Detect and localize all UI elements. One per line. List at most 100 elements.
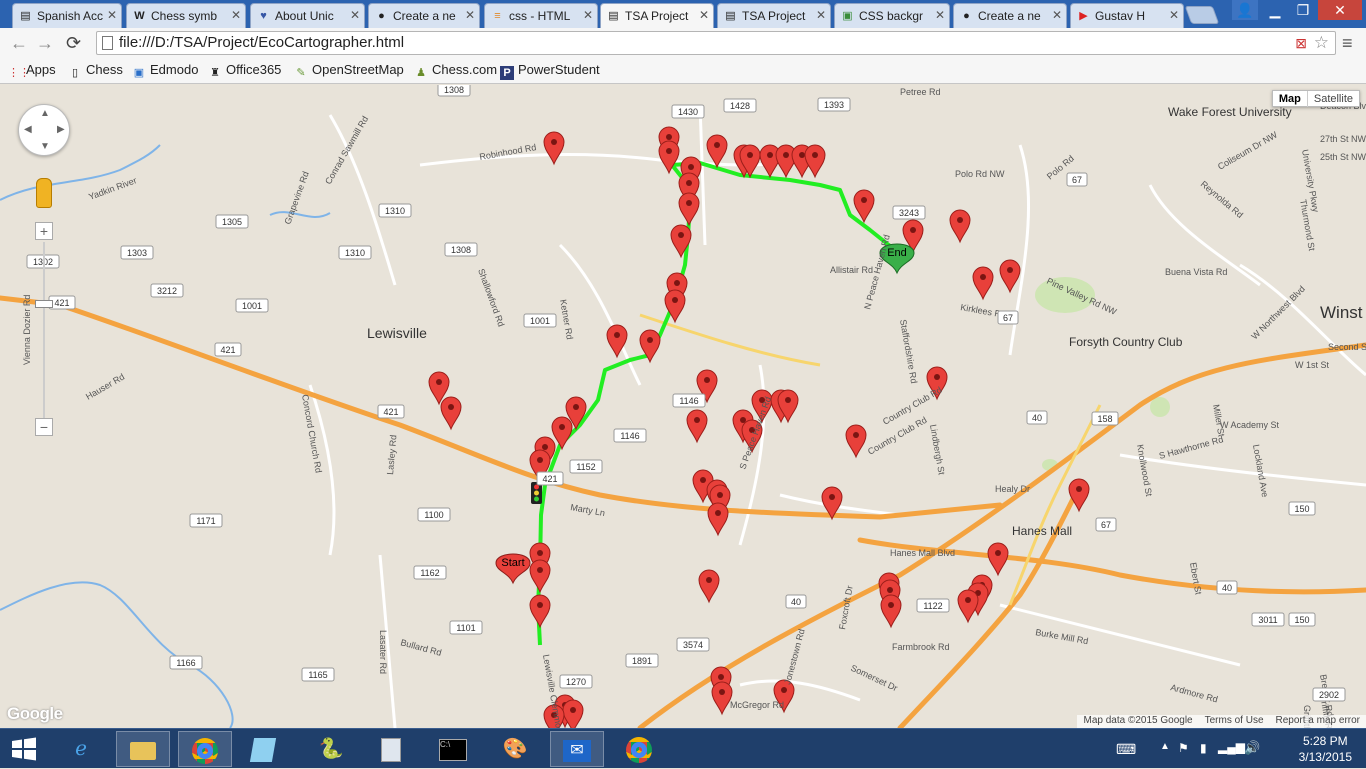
address-bar[interactable]: file:///D:/TSA/Project/EcoCartographer.h… [96, 31, 1336, 55]
close-tab-icon[interactable]: ✕ [699, 8, 709, 22]
close-tab-icon[interactable]: ✕ [107, 8, 117, 22]
red-map-marker[interactable] [972, 266, 994, 301]
tab-0[interactable]: ▤ Spanish Acc ✕ [12, 3, 122, 28]
new-tab-button[interactable] [1184, 6, 1220, 24]
python-icon[interactable]: 🐍 [304, 731, 358, 767]
show-hidden-icons-icon[interactable]: ▲ [1160, 741, 1170, 752]
keyboard-icon[interactable]: ⌨ [1116, 741, 1136, 758]
close-tab-icon[interactable]: ✕ [935, 8, 945, 22]
tab-3[interactable]: ● Create a ne ✕ [368, 3, 480, 28]
terms-of-use-link[interactable]: Terms of Use [1199, 715, 1270, 726]
zoom-in-button[interactable]: + [35, 222, 53, 240]
bookmark-office365[interactable]: ♜ Office365 [208, 62, 281, 80]
pan-up-icon[interactable]: ▲ [40, 108, 50, 119]
forward-icon[interactable]: → [36, 33, 54, 53]
red-map-marker[interactable] [529, 559, 551, 594]
map-type-map-button[interactable]: Map [1273, 91, 1307, 107]
minimize-button[interactable]: ▁ [1262, 0, 1288, 20]
user-icon[interactable]: 👤 [1232, 0, 1258, 20]
close-tab-icon[interactable]: ✕ [1169, 8, 1179, 22]
route-shield: 1310 [338, 245, 372, 260]
red-map-marker[interactable] [698, 569, 720, 604]
internet-explorer-icon[interactable]: ℯ [54, 731, 108, 767]
volume-icon[interactable]: 🔊 [1244, 740, 1260, 756]
red-map-marker[interactable] [707, 502, 729, 537]
reload-icon[interactable]: ⟳ [66, 33, 81, 53]
red-map-marker[interactable] [987, 542, 1009, 577]
close-tab-icon[interactable]: ✕ [1052, 8, 1062, 22]
tab-2[interactable]: ♥ About Unic ✕ [250, 3, 365, 28]
tab-8[interactable]: ● Create a ne ✕ [953, 3, 1067, 28]
windows-start-icon[interactable] [10, 737, 38, 761]
chrome-icon[interactable] [178, 731, 232, 767]
pan-down-icon[interactable]: ▼ [40, 141, 50, 152]
red-map-marker[interactable] [949, 209, 971, 244]
pan-right-icon[interactable]: ▶ [57, 124, 65, 135]
close-tab-icon[interactable]: ✕ [816, 8, 826, 22]
pan-control[interactable]: ▲ ▼ ◀ ▶ [18, 104, 70, 156]
red-map-marker[interactable] [957, 589, 979, 624]
close-tab-icon[interactable]: ✕ [350, 8, 360, 22]
clock[interactable]: 5:28 PM 3/13/2015 [1299, 733, 1352, 765]
map-layer[interactable]: Start End Lewisville Wake Forest Universi… [0, 85, 1366, 728]
notepad-icon[interactable] [236, 731, 290, 767]
red-map-marker[interactable] [845, 424, 867, 459]
red-map-marker[interactable] [711, 681, 733, 716]
red-map-marker[interactable] [804, 144, 826, 179]
map-canvas[interactable]: Start End Lewisville Wake Forest Universi… [0, 85, 1366, 728]
street-view-pegman-icon[interactable] [36, 178, 52, 208]
star-icon[interactable]: ☆ [1314, 33, 1329, 53]
paint-icon[interactable]: 🎨 [488, 731, 542, 767]
google-logo[interactable]: Google [7, 704, 63, 724]
close-tab-icon[interactable]: ✕ [231, 8, 241, 22]
tab-9[interactable]: ▶ Gustav H ✕ [1070, 3, 1184, 28]
red-map-marker[interactable] [706, 134, 728, 169]
tab-6[interactable]: ▤ TSA Project ✕ [717, 3, 831, 28]
bookmark-chess[interactable]: ▯ Chess [68, 62, 123, 80]
blocked-popup-icon[interactable]: ⊠ [1295, 35, 1307, 52]
zoom-out-button[interactable]: − [35, 418, 53, 436]
zoom-slider-handle[interactable] [35, 300, 53, 308]
tab-4[interactable]: ≡ css - HTML ✕ [484, 3, 598, 28]
back-icon[interactable]: ← [10, 33, 28, 53]
mail-icon[interactable]: ✉ [550, 731, 604, 767]
tab-1[interactable]: W Chess symb ✕ [126, 3, 246, 28]
close-window-button[interactable]: ✕ [1318, 0, 1362, 20]
report-map-error-link[interactable]: Report a map error [1270, 715, 1366, 726]
red-map-marker[interactable] [678, 192, 700, 227]
wifi-signal-icon[interactable]: ▂▄▆ [1218, 740, 1245, 754]
file-explorer-icon[interactable] [116, 731, 170, 767]
close-tab-icon[interactable]: ✕ [465, 8, 475, 22]
pan-left-icon[interactable]: ◀ [24, 124, 32, 135]
red-map-marker[interactable] [999, 259, 1021, 294]
battery-icon[interactable]: ▮ [1200, 741, 1207, 755]
chrome-icon[interactable] [612, 731, 666, 767]
red-map-marker[interactable] [853, 189, 875, 224]
red-map-marker[interactable] [543, 131, 565, 166]
bookmark-openstreetmap[interactable]: ✎ OpenStreetMap [294, 62, 403, 80]
flag-icon[interactable]: ⚑ [1178, 741, 1189, 755]
calculator-icon[interactable] [364, 731, 418, 767]
start-marker[interactable]: Start [495, 553, 531, 585]
tab-title: TSA Project [742, 9, 806, 23]
red-map-marker[interactable] [880, 594, 902, 629]
map-type-satellite-button[interactable]: Satellite [1306, 91, 1359, 107]
road-label: Robinhood Rd [479, 142, 537, 162]
tab-5[interactable]: ▤ TSA Project ✕ [600, 3, 714, 28]
restore-button[interactable]: ❐ [1290, 0, 1316, 20]
menu-icon[interactable]: ≡ [1342, 33, 1353, 53]
red-map-marker[interactable] [686, 409, 708, 444]
bookmark-apps[interactable]: ⋮⋮Apps [8, 62, 56, 80]
red-map-marker[interactable] [529, 594, 551, 629]
bookmark-edmodo[interactable]: ▣ Edmodo [132, 62, 199, 80]
red-map-marker[interactable] [440, 396, 462, 431]
zoom-slider-track[interactable] [43, 242, 45, 418]
tab-7[interactable]: ▣ CSS backgr ✕ [834, 3, 950, 28]
bookmark-powerstudent[interactable]: P PowerStudent [500, 62, 600, 80]
bookmark-chesscom[interactable]: ♟ Chess.com [414, 62, 497, 80]
tab-title: Spanish Acc [37, 9, 104, 23]
apps-grid-icon: ⋮⋮ [8, 67, 30, 79]
cmd-icon[interactable]: C:\ [426, 731, 480, 767]
close-tab-icon[interactable]: ✕ [583, 8, 593, 22]
url-text[interactable]: file:///D:/TSA/Project/EcoCartographer.h… [119, 32, 404, 54]
